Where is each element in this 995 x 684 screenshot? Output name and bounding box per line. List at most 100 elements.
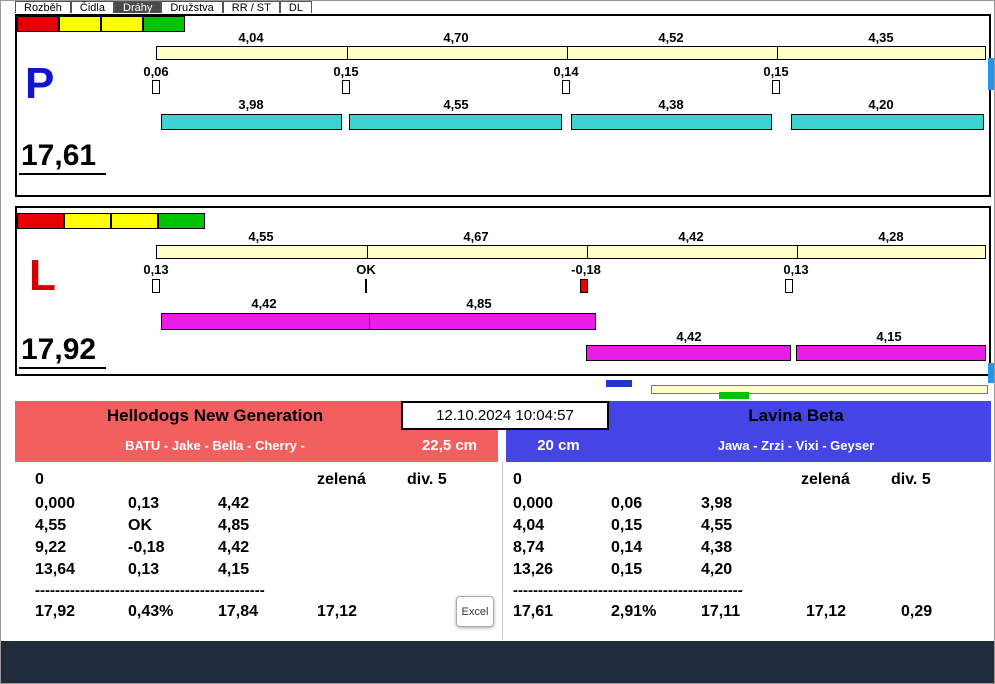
change-marker-l-1 xyxy=(152,279,160,293)
table-cell: 0,13 xyxy=(128,495,160,512)
table-summary-row: 17,61 2,91% 17,11 17,12 0,29 xyxy=(513,603,983,623)
summary-net: 17,11 xyxy=(701,603,741,620)
change-l-2: OK xyxy=(356,262,376,277)
change-marker-p-3 xyxy=(562,80,570,94)
table-summary-row: 17,92 0,43% 17,84 17,12 xyxy=(35,603,505,623)
table-cell: 4,55 xyxy=(701,517,733,534)
tab-rr-st[interactable]: RR / ST xyxy=(222,1,280,13)
table-row: 13,26 0,15 4,20 xyxy=(513,561,983,581)
table-cell: 13,26 xyxy=(513,561,554,578)
change-marker-l-4 xyxy=(785,279,793,293)
split-bottom-p-3: 4,38 xyxy=(658,97,684,112)
separator-line: ----------------------------------------… xyxy=(35,582,265,599)
table-cell: 0,15 xyxy=(611,561,643,578)
summary-record: 17,12 xyxy=(317,603,358,620)
tab-cidla[interactable]: Čidla xyxy=(70,1,114,13)
table-cell: 3,98 xyxy=(701,495,733,512)
summary-percent: 0,43% xyxy=(128,603,174,620)
table-cell: 0,000 xyxy=(513,495,554,512)
table-cell: 0,13 xyxy=(128,561,160,578)
total-time-p: 17,61 xyxy=(19,140,107,175)
dog-time-bar-l-1-2 xyxy=(161,313,596,330)
table-cell: zelená xyxy=(317,471,366,488)
tab-drahy[interactable]: Dráhy xyxy=(114,1,162,13)
change-p-3: 0,14 xyxy=(553,64,579,79)
change-l-3: -0,18 xyxy=(571,262,601,277)
split-top-l-1: 4,55 xyxy=(248,229,274,244)
change-marker-p-2 xyxy=(342,80,350,94)
table-cell: 0 xyxy=(513,471,522,488)
table-cell: 0,000 xyxy=(35,495,76,512)
table-cell: 0,06 xyxy=(611,495,643,512)
timestamp-display: 12.10.2024 10:04:57 xyxy=(401,401,609,430)
start-lights-p xyxy=(17,16,185,32)
team-left-jump-height: 22,5 cm xyxy=(421,437,478,454)
split-bottom-p-1: 3,98 xyxy=(238,97,264,112)
indicator-bar-green xyxy=(719,392,749,399)
indicator-bar-yellow xyxy=(651,385,988,394)
table-separator-row: ----------------------------------------… xyxy=(35,582,505,602)
summary-diff: 0,29 xyxy=(901,603,933,620)
table-cell: 0,14 xyxy=(611,539,643,556)
dog-time-bar-p-3 xyxy=(571,114,772,130)
table-cell: 4,38 xyxy=(701,539,733,556)
table-row: 4,55 OK 4,85 xyxy=(35,517,505,537)
table-row: 9,22 -0,18 4,42 xyxy=(35,539,505,559)
right-edge-marker-1 xyxy=(988,58,994,90)
split-bottom-l-3: 4,42 xyxy=(676,329,702,344)
split-top-p-2: 4,70 xyxy=(443,30,469,45)
table-row: 13,64 0,13 4,15 xyxy=(35,561,505,581)
light-yellow-2 xyxy=(111,213,158,229)
table-cell: 4,42 xyxy=(218,539,250,556)
table-row: 0,000 0,06 3,98 xyxy=(513,495,983,515)
tab-druzstva[interactable]: Družstva xyxy=(161,1,223,13)
total-time-l: 17,92 xyxy=(19,334,107,369)
light-green xyxy=(158,213,205,229)
change-marker-l-3-fault xyxy=(580,279,588,293)
change-marker-p-4 xyxy=(772,80,780,94)
team-right-dogs: Jawa - Zrzi - Vixi - Geyser xyxy=(717,438,875,453)
team-right-name: Lavina Beta xyxy=(748,406,844,425)
light-yellow-2 xyxy=(101,16,143,32)
lane-letter-l: L xyxy=(29,251,56,300)
track-p-panel: 4,04 4,70 4,52 4,35 0,06 0,15 0,14 0,15 … xyxy=(15,14,991,197)
light-yellow-1 xyxy=(64,213,111,229)
excel-export-button[interactable]: Excel xyxy=(456,596,494,627)
lane-letter-p: P xyxy=(25,59,55,108)
table-cell: 4,20 xyxy=(701,561,733,578)
change-l-1: 0,13 xyxy=(143,262,169,277)
team-right-jump-height: 20 cm xyxy=(537,437,580,454)
tab-strip: Rozběh Čidla Dráhy Družstva RR / ST DL xyxy=(15,1,312,13)
change-l-4: 0,13 xyxy=(783,262,809,277)
table-cell: 0,15 xyxy=(611,517,643,534)
tab-rozbeh[interactable]: Rozběh xyxy=(15,1,71,13)
split-top-l-2: 4,67 xyxy=(463,229,489,244)
table-cell: 0 xyxy=(35,471,44,488)
light-green xyxy=(143,16,185,32)
split-bottom-p-4: 4,20 xyxy=(868,97,894,112)
dog-time-bar-p-2 xyxy=(349,114,562,130)
table-row: 8,74 0,14 4,38 xyxy=(513,539,983,559)
split-top-p-1: 4,04 xyxy=(238,30,264,45)
scale-bar-p xyxy=(156,46,986,60)
table-cell: div. 5 xyxy=(407,471,447,488)
tab-dl[interactable]: DL xyxy=(279,1,312,13)
table-cell: 4,85 xyxy=(218,517,250,534)
dog-time-bar-l-3 xyxy=(586,345,791,361)
dog-time-bar-l-4 xyxy=(796,345,986,361)
table-row: 0 zelená div. 5 xyxy=(513,471,983,491)
start-lights-l xyxy=(17,213,205,229)
light-red xyxy=(17,213,64,229)
summary-percent: 2,91% xyxy=(611,603,657,620)
change-p-1: 0,06 xyxy=(143,64,169,79)
table-cell: 4,55 xyxy=(35,517,67,534)
split-top-p-4: 4,35 xyxy=(868,30,894,45)
change-p-2: 0,15 xyxy=(333,64,359,79)
table-cell: 9,22 xyxy=(35,539,67,556)
change-p-4: 0,15 xyxy=(763,64,789,79)
table-cell: OK xyxy=(128,517,152,534)
change-marker-p-1 xyxy=(152,80,160,94)
light-yellow-1 xyxy=(59,16,101,32)
split-top-p-3: 4,52 xyxy=(658,30,684,45)
team-left-dogs: BATU - Jake - Bella - Cherry - xyxy=(125,438,305,453)
